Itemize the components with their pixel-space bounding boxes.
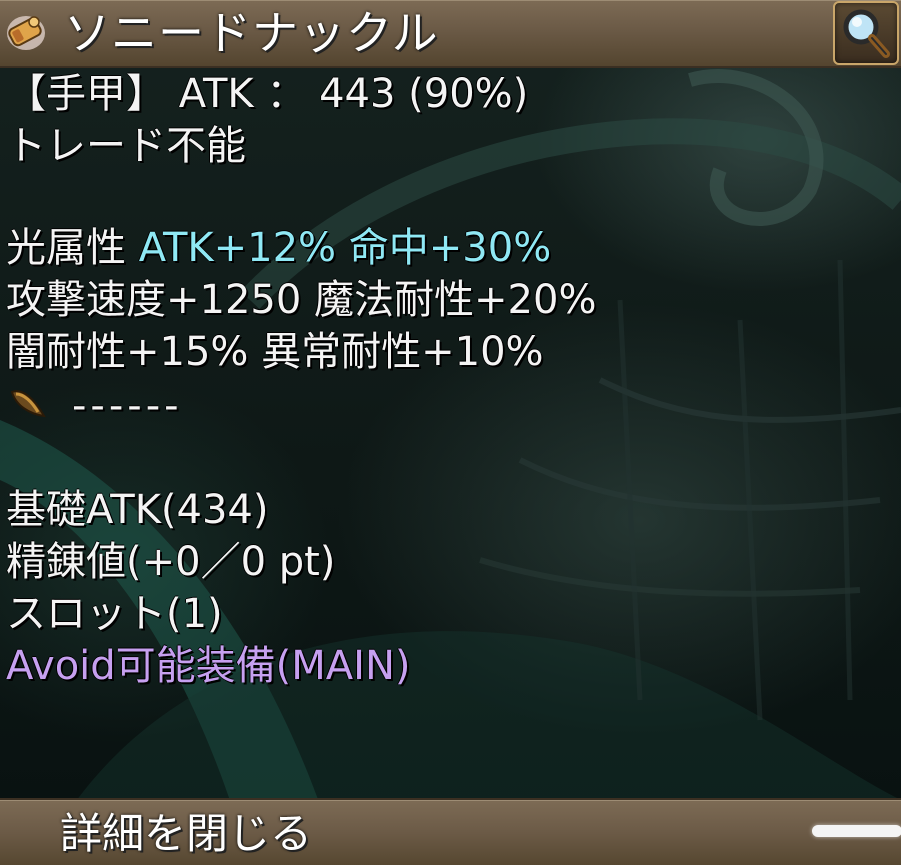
atk-value: 443 xyxy=(319,71,396,117)
atk-label: ATK xyxy=(178,71,254,117)
item-name: ソニードナックル xyxy=(64,6,439,60)
footer-bar: 詳細を閉じる xyxy=(0,798,901,865)
category-atk-line: 【手甲】 ATK ： 443 (90%) xyxy=(6,68,528,120)
magnifier-icon xyxy=(843,9,890,58)
separator: ： xyxy=(266,71,307,117)
avoid-equipment: Avoid可能装備(MAIN) xyxy=(6,643,411,689)
slot-empty-text: ------ xyxy=(72,383,183,429)
atk-percent: (90%) xyxy=(408,71,529,117)
element-line: 光属性 ATK+12% 命中+30% xyxy=(6,222,551,274)
base-atk: 基礎ATK(434) xyxy=(6,487,269,533)
close-details-button[interactable]: 詳細を閉じる xyxy=(60,800,312,865)
refine-value: 精錬値(+0／0 pt) xyxy=(6,539,336,585)
title-bar: ソニードナックル xyxy=(0,0,901,68)
knuckle-icon xyxy=(4,9,48,53)
crystal-slot-icon xyxy=(6,382,54,435)
item-detail-screen: ソニードナックル 【手甲】 ATK ： 443 (90%) トレード不能 光属性… xyxy=(0,0,901,865)
dark-resist-line: 闇耐性+15% 異常耐性+10% xyxy=(6,329,544,375)
search-button[interactable] xyxy=(833,1,899,65)
aspd-line: 攻撃速度+1250 魔法耐性+20% xyxy=(6,277,597,323)
category: 【手甲】 xyxy=(6,71,166,117)
element-bonus: ATK+12% 命中+30% xyxy=(138,225,552,271)
scroll-indicator[interactable] xyxy=(812,825,901,837)
trade-status: トレード不能 xyxy=(6,123,246,169)
slot-line: ------ xyxy=(6,380,183,432)
element-label: 光属性 xyxy=(6,225,126,271)
slot-count: スロット(1) xyxy=(6,591,223,637)
